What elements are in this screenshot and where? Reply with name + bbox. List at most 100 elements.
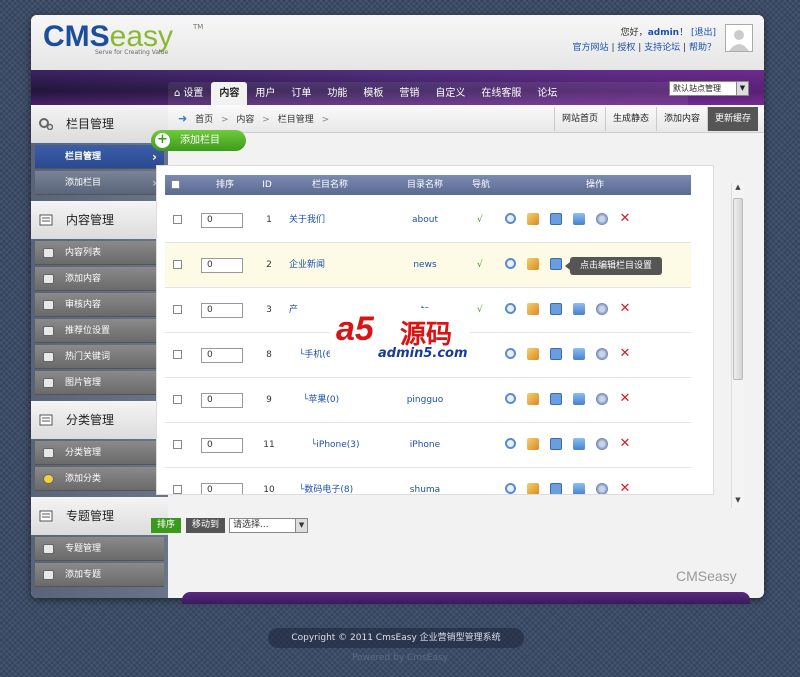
row-name[interactable]: 产 [289,288,298,333]
sidebar-item-images[interactable]: 图片管理 [35,371,164,395]
add-sub-icon[interactable] [573,483,585,494]
add-sub-icon[interactable] [573,213,585,225]
site-select[interactable]: 默认站点管理 ▼ [669,81,749,96]
sort-input[interactable]: 0 [201,438,243,453]
sidebar-item-content-list[interactable]: 内容列表 [35,241,164,265]
edit-icon[interactable] [527,438,539,450]
scroll-up-arrow[interactable]: ▲ [732,183,744,195]
license-link[interactable]: 授权 [617,43,635,53]
tab-online-service[interactable]: 在线客服 [473,82,529,105]
add-column-button[interactable]: + 添加栏目 [151,130,246,151]
row-checkbox[interactable] [173,243,182,288]
sidebar-item-add-category[interactable]: 添加分类 [35,467,164,491]
delete-icon[interactable]: ✕ [619,437,631,450]
sort-input[interactable]: 0 [201,258,243,273]
row-checkbox[interactable] [173,468,182,494]
view-icon[interactable] [505,348,516,359]
row-name[interactable]: 关于我们 [289,198,325,243]
sort-input[interactable]: 0 [201,348,243,363]
logo[interactable]: CMSeasy TM Serve for Creating Value [43,21,203,57]
tab-features[interactable]: 功能 [319,82,355,105]
settings-icon[interactable] [596,483,608,494]
tab-users[interactable]: 用户 [247,82,283,105]
edit-icon[interactable] [527,213,539,225]
copy-icon[interactable] [550,348,562,360]
settings-icon[interactable] [596,348,608,360]
tab-marketing[interactable]: 营销 [391,82,427,105]
row-nav[interactable]: √ [477,198,483,243]
breadcrumb-content[interactable]: 内容 [236,115,254,125]
edit-icon[interactable] [527,393,539,405]
generate-static-button[interactable]: 生成静态 [604,107,656,131]
sort-input[interactable]: 0 [201,303,243,318]
settings-icon[interactable] [596,213,608,225]
delete-icon[interactable]: ✕ [619,482,631,494]
add-content-button[interactable]: 添加内容 [655,107,707,131]
site-home-button[interactable]: 网站首页 [553,107,605,131]
copy-icon[interactable] [550,438,562,450]
copy-icon[interactable] [550,483,562,494]
help-link[interactable]: 帮助？ [689,43,716,53]
row-checkbox[interactable] [173,378,182,423]
sidebar-item-add-column[interactable]: 添加栏目 › [35,171,164,195]
sidebar-section-category[interactable]: 分类管理 [31,401,168,439]
sidebar-item-column-manage[interactable]: 栏目管理 › [35,145,164,169]
view-icon[interactable] [505,483,516,494]
row-checkbox[interactable] [173,288,182,333]
copy-icon[interactable] [550,393,562,405]
tab-custom[interactable]: 自定义 [427,82,473,105]
tab-orders[interactable]: 订单 [283,82,319,105]
sidebar-section-topic[interactable]: 专题管理 [31,497,168,535]
sort-input[interactable]: 0 [201,483,243,494]
add-sub-icon[interactable] [573,438,585,450]
add-sub-icon[interactable] [573,393,585,405]
move-to-button[interactable]: 移动到 [186,518,226,533]
delete-icon[interactable]: ✕ [619,347,631,360]
row-checkbox[interactable] [173,423,182,468]
add-sub-icon[interactable] [573,348,585,360]
tab-content[interactable]: 内容 [211,82,248,105]
sort-input[interactable]: 0 [201,393,243,408]
update-cache-button[interactable]: 更新缓存 [706,107,758,131]
forum-link[interactable]: 支持论坛 [644,43,680,53]
view-icon[interactable] [505,393,516,404]
row-nav[interactable]: √ [477,288,483,333]
view-icon[interactable] [505,438,516,449]
row-name[interactable]: └苹果(0) [303,378,339,423]
breadcrumb-home[interactable]: 首页 [195,115,213,125]
row-name[interactable]: 企业新闻 [289,243,325,288]
edit-icon[interactable] [527,258,539,270]
edit-icon[interactable] [527,303,539,315]
sidebar-section-column[interactable]: 栏目管理 [31,105,168,143]
settings-icon[interactable] [596,438,608,450]
sidebar-item-hot-keywords[interactable]: 热门关键词 [35,345,164,369]
settings-icon[interactable] [596,393,608,405]
view-icon[interactable] [505,213,516,224]
sort-input[interactable]: 0 [201,213,243,228]
sidebar-item-category-manage[interactable]: 分类管理 [35,441,164,465]
sidebar-item-add-topic[interactable]: 添加专题 [35,563,164,587]
row-name[interactable]: └iPhone(3) [311,423,360,468]
sidebar-item-topic-manage[interactable]: 专题管理 [35,537,164,561]
tab-forum[interactable]: 论坛 [529,82,565,105]
delete-icon[interactable]: ✕ [619,302,631,315]
scroll-down-arrow[interactable]: ▼ [732,496,744,508]
copy-icon[interactable] [550,213,562,225]
sidebar-item-review-content[interactable]: 审核内容 [35,293,164,317]
delete-icon[interactable]: ✕ [619,392,631,405]
copy-icon[interactable] [550,258,562,270]
sidebar-section-content[interactable]: 内容管理 [31,201,168,239]
table-scrollbar[interactable]: ▲ ▼ [731,183,744,508]
row-name[interactable]: └数码电子(8) [299,468,353,494]
logout-link[interactable]: [退出] [691,28,716,38]
sidebar-item-add-content[interactable]: 添加内容 [35,267,164,291]
settings-icon[interactable] [596,303,608,315]
delete-icon[interactable]: ✕ [619,212,631,225]
edit-icon[interactable] [527,348,539,360]
row-checkbox[interactable] [173,198,182,243]
avatar[interactable] [725,24,753,52]
sort-button[interactable]: 排序 [151,518,182,533]
scroll-thumb[interactable] [733,198,743,380]
edit-icon[interactable] [527,483,539,494]
row-nav[interactable]: √ [477,243,483,288]
